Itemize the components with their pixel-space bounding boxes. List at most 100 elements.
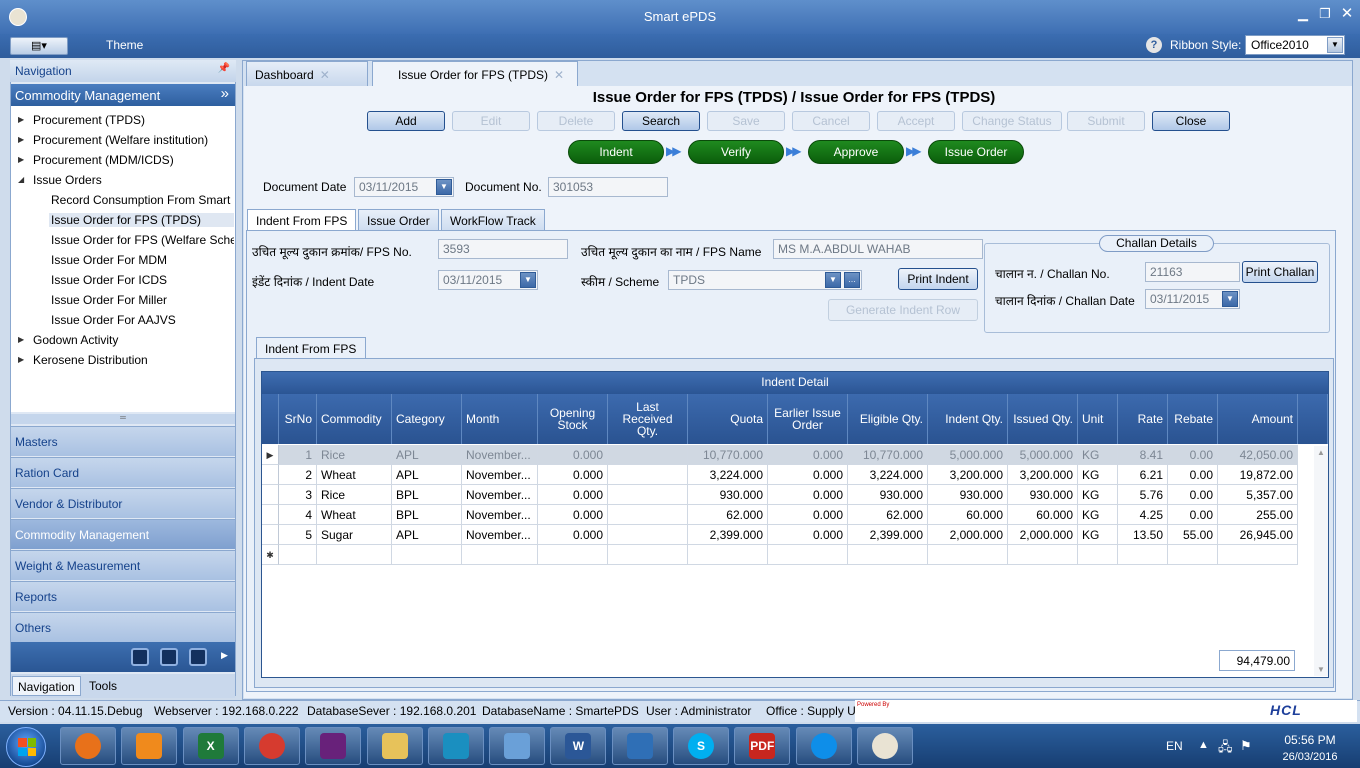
tab-issue-order-sub[interactable]: Issue Order: [358, 209, 439, 231]
taskbar-button[interactable]: [489, 727, 546, 765]
table-cell[interactable]: 62.000: [688, 505, 768, 525]
app-logo-icon[interactable]: [9, 8, 27, 26]
table-cell[interactable]: 62.000: [848, 505, 928, 525]
new-row-icon[interactable]: ✱: [262, 545, 279, 565]
start-button[interactable]: [6, 727, 46, 767]
challan-no-field[interactable]: 21163: [1145, 262, 1240, 282]
taskbar-button[interactable]: [856, 727, 913, 765]
taskbar-button[interactable]: [121, 727, 178, 765]
tree-item[interactable]: Issue Order For Miller: [51, 293, 234, 307]
application-menu-button[interactable]: ▤▾: [10, 37, 68, 55]
table-cell[interactable]: 0.000: [538, 505, 608, 525]
taskbar-button[interactable]: [366, 727, 423, 765]
tree-item[interactable]: Procurement (MDM/ICDS): [33, 153, 174, 167]
expand-arrow-icon[interactable]: ▶: [18, 135, 24, 144]
nav-group-others[interactable]: Others: [11, 612, 235, 642]
table-cell[interactable]: KG: [1078, 485, 1118, 505]
table-cell[interactable]: 4: [279, 505, 317, 525]
table-cell[interactable]: [608, 465, 688, 485]
table-cell[interactable]: Wheat: [317, 465, 392, 485]
submit-button[interactable]: Submit: [1067, 111, 1145, 131]
table-cell[interactable]: 10,770.000: [848, 445, 928, 465]
splitter-handle[interactable]: ═: [11, 414, 235, 424]
table-cell[interactable]: 60.000: [1008, 505, 1078, 525]
taskbar-button[interactable]: X: [182, 727, 239, 765]
row-header[interactable]: [262, 465, 279, 485]
table-cell[interactable]: 3,200.000: [928, 465, 1008, 485]
collapse-arrow-icon[interactable]: ◢: [18, 175, 24, 184]
table-cell[interactable]: 0.00: [1168, 465, 1218, 485]
table-cell[interactable]: [538, 545, 608, 565]
table-cell[interactable]: 5,000.000: [1008, 445, 1078, 465]
table-cell[interactable]: [608, 445, 688, 465]
clock-time[interactable]: 05:56 PM: [1280, 733, 1340, 747]
restore-icon[interactable]: ❐: [1316, 6, 1334, 22]
table-cell[interactable]: 4.25: [1118, 505, 1168, 525]
taskbar-button[interactable]: [611, 727, 668, 765]
taskbar-button[interactable]: [795, 727, 852, 765]
column-header[interactable]: Unit: [1078, 394, 1118, 444]
expand-arrow-icon[interactable]: ▶: [18, 115, 24, 124]
nav-group-ration-card[interactable]: Ration Card: [11, 457, 235, 487]
tree-item[interactable]: Procurement (TPDS): [33, 113, 145, 127]
table-cell[interactable]: KG: [1078, 505, 1118, 525]
challan-date-field[interactable]: 03/11/2015 ▼: [1145, 289, 1240, 309]
close-window-icon[interactable]: ✕: [1338, 6, 1356, 22]
table-cell[interactable]: 2,399.000: [688, 525, 768, 545]
table-cell[interactable]: [392, 545, 462, 565]
table-cell[interactable]: [1118, 545, 1168, 565]
help-icon[interactable]: ?: [1146, 37, 1162, 53]
table-cell[interactable]: KG: [1078, 445, 1118, 465]
indent-date-field[interactable]: 03/11/2015 ▼: [438, 270, 538, 290]
taskbar-button[interactable]: [427, 727, 484, 765]
table-cell[interactable]: 930.000: [928, 485, 1008, 505]
column-header[interactable]: Amount: [1218, 394, 1298, 444]
table-cell[interactable]: 0.00: [1168, 505, 1218, 525]
print-indent-button[interactable]: Print Indent: [898, 268, 978, 290]
table-cell[interactable]: Rice: [317, 485, 392, 505]
calendar-dropdown-icon[interactable]: ▼: [436, 179, 452, 195]
nav-group-weight[interactable]: Weight & Measurement: [11, 550, 235, 580]
tree-item[interactable]: Procurement (Welfare institution): [33, 133, 208, 147]
tree-item[interactable]: Kerosene Distribution: [33, 353, 148, 367]
table-cell[interactable]: Sugar: [317, 525, 392, 545]
column-header[interactable]: SrNo: [279, 394, 317, 444]
row-header[interactable]: [262, 485, 279, 505]
column-header[interactable]: Month: [462, 394, 538, 444]
clock-date[interactable]: 26/03/2016: [1273, 751, 1347, 763]
close-tab-icon[interactable]: ✕: [554, 68, 564, 82]
table-cell[interactable]: 0.000: [538, 485, 608, 505]
table-cell[interactable]: 26,945.00: [1218, 525, 1298, 545]
expand-arrow-icon[interactable]: ▶: [18, 155, 24, 164]
table-cell[interactable]: KG: [1078, 525, 1118, 545]
tree-item[interactable]: Record Consumption From Smart: [51, 193, 234, 207]
scroll-up-icon[interactable]: ▲: [1317, 448, 1325, 457]
table-cell[interactable]: 10,770.000: [688, 445, 768, 465]
table-cell[interactable]: BPL: [392, 485, 462, 505]
nav-group-commodity-management[interactable]: Commodity Management: [11, 519, 235, 549]
column-header[interactable]: Issued Qty.: [1008, 394, 1078, 444]
table-cell[interactable]: 19,872.00: [1218, 465, 1298, 485]
table-cell[interactable]: [1168, 545, 1218, 565]
table-cell[interactable]: November...: [462, 445, 538, 465]
nav-group-reports[interactable]: Reports: [11, 581, 235, 611]
table-cell[interactable]: November...: [462, 465, 538, 485]
table-cell[interactable]: 13.50: [1118, 525, 1168, 545]
column-header[interactable]: Quota: [688, 394, 768, 444]
table-cell[interactable]: 2,399.000: [848, 525, 928, 545]
row-header[interactable]: [262, 505, 279, 525]
table-cell[interactable]: 255.00: [1218, 505, 1298, 525]
table-cell[interactable]: 2,000.000: [928, 525, 1008, 545]
tree-item[interactable]: Issue Order for FPS (TPDS): [49, 213, 234, 227]
close-button[interactable]: Close: [1152, 111, 1230, 131]
table-cell[interactable]: 2: [279, 465, 317, 485]
taskbar-button[interactable]: W: [550, 727, 607, 765]
tray-show-icons-icon[interactable]: ▲: [1198, 739, 1209, 751]
change-status-button[interactable]: Change Status: [962, 111, 1062, 131]
calendar-dropdown-icon[interactable]: ▼: [520, 272, 536, 288]
taskbar-button[interactable]: S: [673, 727, 729, 765]
tree-item[interactable]: Issue Order for FPS (Welfare Scher: [51, 233, 234, 247]
flag-tray-icon[interactable]: ⚑: [1240, 738, 1252, 754]
nav-group-vendor[interactable]: Vendor & Distributor: [11, 488, 235, 518]
table-cell[interactable]: [768, 545, 848, 565]
